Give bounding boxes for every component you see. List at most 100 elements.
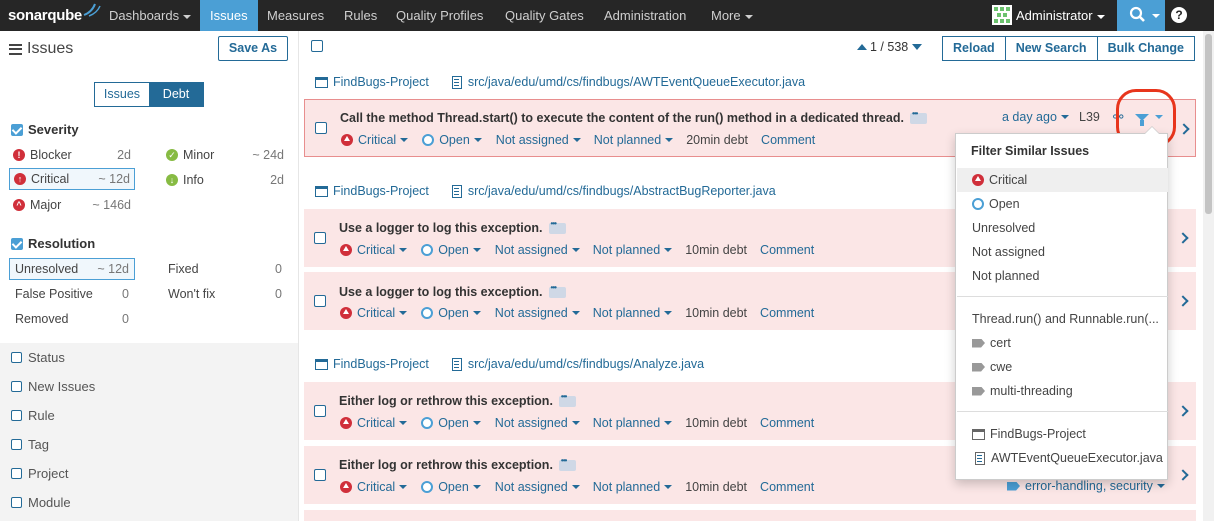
plan-dropdown[interactable]: Not planned — [593, 480, 673, 494]
plan-dropdown[interactable]: Not planned — [593, 416, 673, 430]
new-search-button[interactable]: New Search — [1004, 36, 1098, 61]
filter-plan[interactable]: Not planned — [957, 264, 1168, 288]
facet-tag[interactable]: Tag — [11, 437, 49, 452]
scrollbar-thumb[interactable] — [1205, 34, 1212, 214]
status-dropdown[interactable]: Open — [421, 306, 481, 320]
bulk-change-button[interactable]: Bulk Change — [1096, 36, 1195, 61]
severity-dropdown[interactable]: Critical — [340, 480, 408, 494]
filter-severity-critical[interactable]: Critical — [957, 168, 1168, 192]
select-all-checkbox[interactable] — [311, 40, 323, 52]
nav-issues[interactable]: Issues — [200, 0, 258, 31]
mode-issues-button[interactable]: Issues — [95, 83, 149, 106]
facet-severity-major[interactable]: ^ Major ~ 146d — [13, 194, 131, 216]
comment-link[interactable]: Comment — [760, 306, 814, 320]
facet-rule[interactable]: Rule — [11, 408, 55, 423]
issue-message[interactable]: Either log or rethrow this exception. — [339, 392, 576, 408]
filter-rule[interactable]: Thread.run() and Runnable.run(... — [957, 307, 1168, 331]
issue-message[interactable]: Use a logger to log this exception. — [339, 219, 566, 235]
facet-resolution-fixed[interactable]: Fixed 0 — [168, 258, 282, 280]
file-link[interactable]: src/java/edu/umd/cs/findbugs/AWTEventQue… — [468, 75, 805, 89]
chevron-right-icon[interactable] — [1178, 123, 1190, 135]
plan-dropdown[interactable]: Not planned — [593, 243, 673, 257]
nav-more[interactable]: More — [702, 0, 762, 31]
facet-resolution-header[interactable]: Resolution — [11, 236, 95, 251]
filter-resolution-unresolved[interactable]: Unresolved — [957, 216, 1168, 240]
nav-administration[interactable]: Administration — [595, 0, 695, 31]
project-link[interactable]: FindBugs-Project — [333, 75, 429, 89]
filter-file[interactable]: AWTEventQueueExecutor.java — [957, 446, 1168, 470]
more-icon[interactable] — [909, 109, 927, 124]
status-dropdown[interactable]: Open — [421, 243, 481, 257]
file-link[interactable]: src/java/edu/umd/cs/findbugs/Analyze.jav… — [468, 357, 704, 371]
facet-severity-header[interactable]: Severity — [11, 122, 79, 137]
filter-status-open[interactable]: Open — [957, 192, 1168, 216]
filter-project[interactable]: FindBugs-Project — [957, 422, 1168, 446]
assignee-dropdown[interactable]: Not assigned — [495, 306, 580, 320]
issue-checkbox[interactable] — [314, 405, 326, 417]
severity-dropdown[interactable]: Critical — [341, 133, 409, 147]
filter-tag-cert[interactable]: cert — [957, 331, 1168, 355]
project-link[interactable]: FindBugs-Project — [333, 184, 429, 198]
more-icon[interactable] — [548, 219, 566, 234]
facet-severity-critical[interactable]: ↑ Critical ~ 12d — [9, 168, 135, 190]
nav-quality-profiles[interactable]: Quality Profiles — [387, 0, 492, 31]
facet-resolution-wont-fix[interactable]: Won't fix 0 — [168, 283, 282, 305]
comment-link[interactable]: Comment — [760, 416, 814, 430]
facet-severity-minor[interactable]: ✓ Minor ~ 24d — [166, 144, 284, 166]
chevron-right-icon[interactable] — [1177, 295, 1189, 307]
help-button[interactable]: ? — [1171, 7, 1187, 23]
assignee-dropdown[interactable]: Not assigned — [496, 133, 581, 147]
chevron-right-icon[interactable] — [1177, 232, 1189, 244]
facet-resolution-false-positive[interactable]: False Positive 0 — [15, 283, 129, 305]
issue-message[interactable]: Use a logger to log this exception. — [339, 283, 566, 299]
project-link[interactable]: FindBugs-Project — [333, 357, 429, 371]
issue-age[interactable]: a day ago — [1002, 110, 1069, 124]
issue-row[interactable] — [304, 510, 1196, 521]
issue-message[interactable]: Call the method Thread.start() to execut… — [340, 109, 927, 125]
comment-link[interactable]: Comment — [760, 243, 814, 257]
more-icon[interactable] — [558, 392, 576, 407]
plan-dropdown[interactable]: Not planned — [593, 306, 673, 320]
chevron-right-icon[interactable] — [1177, 469, 1189, 481]
more-icon[interactable] — [558, 456, 576, 471]
chevron-right-icon[interactable] — [1177, 405, 1189, 417]
issue-checkbox[interactable] — [314, 469, 326, 481]
issue-checkbox[interactable] — [314, 295, 326, 307]
nav-dashboards[interactable]: Dashboards — [100, 0, 200, 31]
severity-dropdown[interactable]: Critical — [340, 416, 408, 430]
save-as-button[interactable]: Save As — [218, 36, 288, 61]
issue-line[interactable]: L39 — [1079, 110, 1100, 124]
next-issue-icon[interactable] — [912, 44, 923, 50]
issue-checkbox[interactable] — [315, 122, 327, 134]
facet-severity-blocker[interactable]: ! Blocker 2d — [13, 144, 131, 166]
nav-quality-gates[interactable]: Quality Gates — [496, 0, 593, 31]
filter-tag-cwe[interactable]: cwe — [957, 355, 1168, 379]
more-icon[interactable] — [548, 283, 566, 298]
mode-debt-button[interactable]: Debt — [149, 83, 203, 106]
severity-dropdown[interactable]: Critical — [340, 243, 408, 257]
facet-project[interactable]: Project — [11, 466, 68, 481]
nav-rules[interactable]: Rules — [335, 0, 386, 31]
comment-link[interactable]: Comment — [760, 480, 814, 494]
plan-dropdown[interactable]: Not planned — [594, 133, 674, 147]
facet-status[interactable]: Status — [11, 350, 65, 365]
facet-resolution-unresolved[interactable]: Unresolved ~ 12d — [9, 258, 135, 280]
assignee-dropdown[interactable]: Not assigned — [495, 416, 580, 430]
facet-severity-info[interactable]: ↓ Info 2d — [166, 169, 284, 191]
severity-dropdown[interactable]: Critical — [340, 306, 408, 320]
issue-message[interactable]: Either log or rethrow this exception. — [339, 456, 576, 472]
search-button[interactable] — [1117, 0, 1165, 31]
status-dropdown[interactable]: Open — [422, 133, 482, 147]
nav-measures[interactable]: Measures — [258, 0, 333, 31]
reload-button[interactable]: Reload — [942, 36, 1006, 61]
tags-dropdown[interactable]: error-handling, security — [1007, 479, 1165, 493]
facet-module[interactable]: Module — [11, 495, 71, 510]
file-link[interactable]: src/java/edu/umd/cs/findbugs/AbstractBug… — [468, 184, 776, 198]
facet-resolution-removed[interactable]: Removed 0 — [15, 308, 129, 330]
previous-issue-icon[interactable] — [857, 44, 867, 50]
filter-tag-multi-threading[interactable]: multi-threading — [957, 379, 1168, 403]
menu-icon[interactable] — [9, 43, 22, 55]
facet-new-issues[interactable]: New Issues — [11, 379, 95, 394]
status-dropdown[interactable]: Open — [421, 480, 481, 494]
status-dropdown[interactable]: Open — [421, 416, 481, 430]
